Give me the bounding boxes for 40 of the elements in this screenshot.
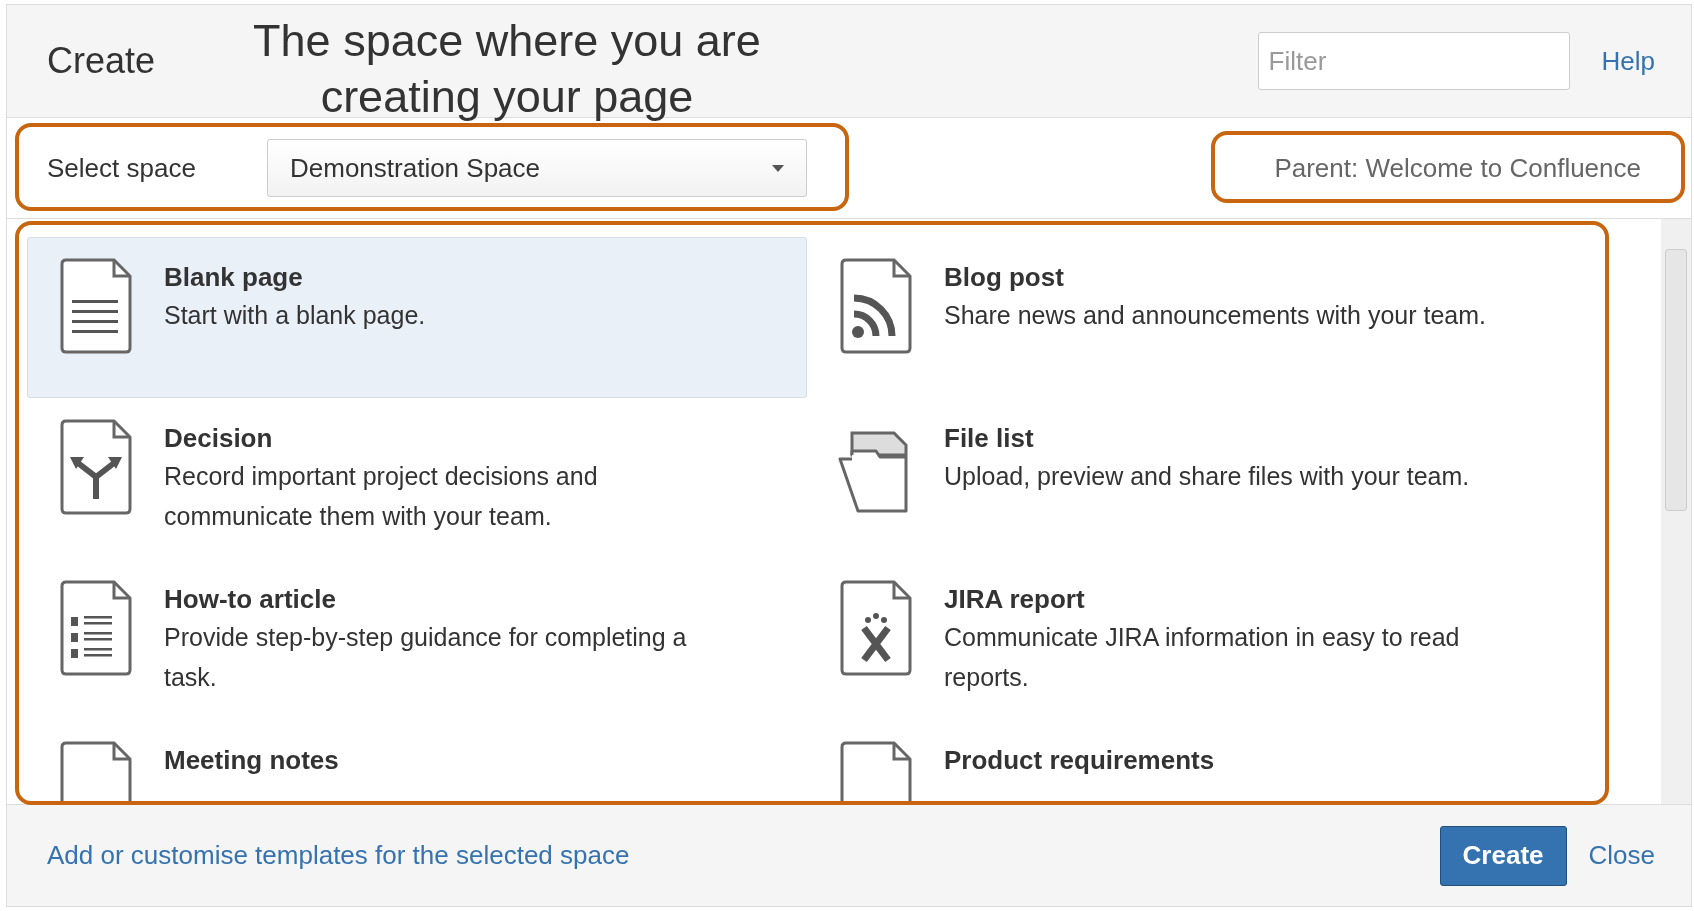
template-title: Blank page [164,262,304,293]
parent-label: Parent: Welcome to Confluence [1274,152,1641,184]
template-item[interactable]: Decision Record important project decisions and communicate them with your team. [27,398,807,559]
customise-templates-link[interactable]: Add or customise templates for the selected space [47,840,630,871]
close-link[interactable]: Close [1588,840,1655,871]
template-title: JIRA report [944,584,1086,615]
space-dropdown[interactable]: Demonstration Space [267,139,807,197]
template-item[interactable]: JIRA report Communicate JIRA information in easy to read reports. [807,559,1587,720]
template-title: File list [944,423,1035,454]
figure-document-icon [838,580,914,678]
template-description: Share news and announcements with your team. [944,300,1486,331]
list-document-icon [58,580,134,678]
template-title: How-to article [164,584,337,615]
help-link[interactable]: Help [1601,45,1655,77]
annotation-text: The space where you are creating your page [252,14,762,124]
template-title: Meeting notes [164,745,339,776]
rss-document-icon [838,258,914,356]
select-space-label: Select space [47,152,197,184]
template-item[interactable]: How-to article Provide step-by-step guidance for completing a task. [27,559,807,720]
document-icon [58,258,134,356]
filter-field[interactable]: Filter [1257,32,1570,90]
caret-icon [772,164,784,172]
template-item[interactable]: Blank page Start with a blank page. [27,237,807,398]
template-item[interactable]: Blog post Share news and announcements with your team. [807,237,1587,398]
template-description: Provide step-by-step guidance for completing a task. [164,622,688,693]
template-description: Communicate JIRA information in easy to read reports. [944,622,1461,693]
scrollbar-thumb[interactable] [1665,249,1687,511]
scrollbar[interactable] [1661,219,1691,804]
template-title: Decision [164,423,274,454]
template-description: Upload, preview and share files with your team. [944,461,1470,492]
template-title: Product requirements [944,745,1215,776]
template-item[interactable]: Meeting notes [27,720,807,804]
template-title: Blog post [944,262,1065,293]
template-item[interactable]: Product requirements [807,720,1587,804]
dialog-title: Create [47,40,156,82]
template-item[interactable]: File list Upload, preview and share files with your team. [807,398,1587,559]
template-description: Start with a blank page. [164,300,426,331]
create-button[interactable]: Create [1439,825,1567,886]
template-description: Record important project decisions and communicate them with your team. [164,461,599,532]
split-arrow-document-icon [58,419,134,517]
